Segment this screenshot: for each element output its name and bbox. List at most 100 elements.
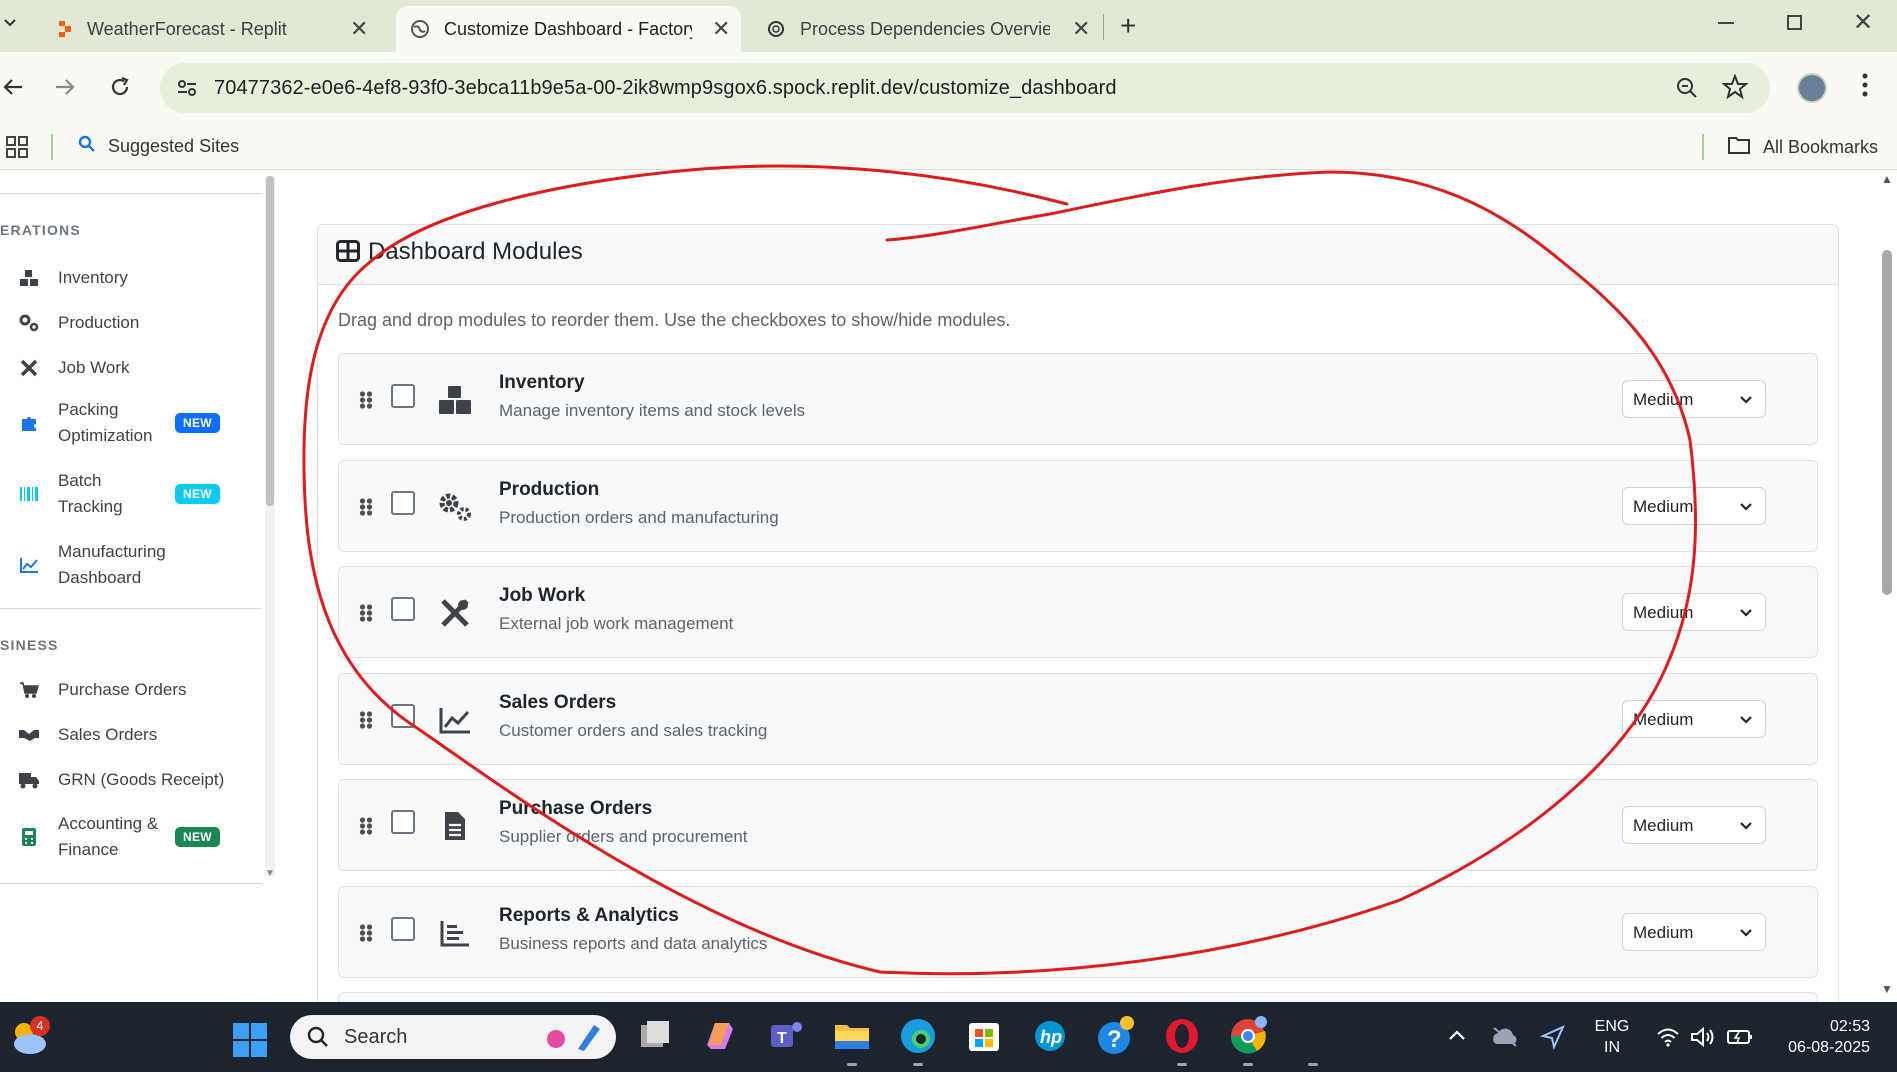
openai-favicon-icon bbox=[766, 19, 786, 44]
site-info-icon[interactable] bbox=[176, 77, 198, 104]
sidebar-item-job-work[interactable]: Job Work bbox=[18, 352, 248, 384]
browser-tab-strip: WeatherForecast - Replit ✕ Customize Das… bbox=[0, 0, 1897, 52]
address-toolbar: 70477362-e0e6-4ef8-93f0-3ebca11b9e5a-00-… bbox=[0, 52, 1897, 124]
start-button-icon[interactable] bbox=[232, 1022, 268, 1063]
clock[interactable]: 02:53 06-08-2025 bbox=[1774, 1016, 1870, 1058]
visibility-checkbox[interactable] bbox=[391, 597, 415, 621]
module-row-job-work[interactable]: Job Work External job work management Me… bbox=[338, 566, 1818, 658]
scroll-down-arrow-icon[interactable]: ▼ bbox=[265, 868, 275, 879]
all-bookmarks-link[interactable]: All Bookmarks bbox=[1727, 135, 1878, 160]
page-scrollbar[interactable]: ▲ ▼ bbox=[1877, 170, 1897, 1002]
sidebar-item-inventory[interactable]: Inventory bbox=[18, 262, 248, 294]
visibility-checkbox[interactable] bbox=[391, 491, 415, 515]
wifi-icon[interactable] bbox=[1656, 1027, 1680, 1052]
scroll-up-arrow-icon[interactable]: ▲ bbox=[1881, 172, 1893, 186]
scroll-down-arrow-icon[interactable]: ▼ bbox=[1881, 982, 1893, 996]
tab-weatherforecast[interactable]: WeatherForecast - Replit ✕ bbox=[40, 6, 385, 52]
sidebar-item-purchase-orders[interactable]: Purchase Orders bbox=[18, 674, 248, 706]
module-row-reports-analytics[interactable]: Reports & Analytics Business reports and… bbox=[338, 886, 1818, 978]
cogs-icon bbox=[437, 489, 473, 525]
card-description: Drag and drop modules to reorder them. U… bbox=[338, 310, 1011, 330]
chevron-up-icon[interactable] bbox=[1447, 1028, 1467, 1047]
module-row-sales-orders[interactable]: Sales Orders Customer orders and sales t… bbox=[338, 673, 1818, 765]
close-window-icon[interactable]: ✕ bbox=[1853, 8, 1873, 37]
module-row-production[interactable]: Production Production orders and manufac… bbox=[338, 460, 1818, 552]
module-size-select[interactable]: Medium bbox=[1622, 593, 1766, 631]
sidebar-item-manufacturing-dashboard[interactable]: Manufacturing Dashboard bbox=[18, 538, 248, 592]
close-tab-icon[interactable]: ✕ bbox=[712, 16, 730, 42]
minimize-icon[interactable] bbox=[1718, 22, 1734, 24]
sidebar-scrollbar[interactable]: ▼ bbox=[265, 176, 275, 879]
language-indicator[interactable]: ENG IN bbox=[1592, 1016, 1632, 1058]
edge-icon[interactable] bbox=[897, 1015, 939, 1057]
restore-icon[interactable] bbox=[1787, 15, 1802, 30]
microsoft-store-icon[interactable] bbox=[963, 1015, 1005, 1057]
sidebar-item-packing-optimization[interactable]: Packing Optimization NEW bbox=[18, 396, 248, 450]
onedrive-icon[interactable] bbox=[1490, 1026, 1520, 1053]
apps-grid-icon[interactable] bbox=[6, 136, 28, 163]
sidebar-item-batch-tracking[interactable]: Batch Tracking NEW bbox=[18, 467, 248, 521]
teams-icon[interactable]: T bbox=[765, 1015, 807, 1057]
tab-search-chevron-icon[interactable] bbox=[2, 14, 18, 35]
tab-process-dependencies[interactable]: Process Dependencies Overview ✕ bbox=[752, 6, 1097, 52]
new-tab-icon[interactable]: + bbox=[1120, 10, 1136, 42]
page-scrollbar-thumb[interactable] bbox=[1882, 250, 1892, 595]
suggested-sites-label: Suggested Sites bbox=[108, 136, 240, 156]
close-tab-icon[interactable]: ✕ bbox=[1072, 16, 1090, 42]
opera-icon[interactable] bbox=[1161, 1015, 1203, 1057]
module-size-select[interactable]: Medium bbox=[1622, 913, 1766, 951]
sidebar-item-accounting-finance[interactable]: Accounting & Finance NEW bbox=[18, 810, 248, 864]
module-size-select[interactable]: Medium bbox=[1622, 380, 1766, 418]
sidebar-divider bbox=[0, 193, 262, 194]
volume-icon[interactable] bbox=[1690, 1026, 1716, 1053]
file-explorer-icon[interactable] bbox=[831, 1015, 873, 1057]
chevron-down-icon bbox=[1739, 712, 1753, 732]
zoom-icon[interactable] bbox=[1675, 76, 1699, 105]
tab-customize-dashboard[interactable]: Customize Dashboard - Factory ✕ bbox=[396, 6, 741, 52]
location-icon[interactable] bbox=[1539, 1024, 1566, 1055]
hp-icon[interactable]: hp bbox=[1029, 1015, 1071, 1057]
bookmark-star-icon[interactable] bbox=[1721, 73, 1749, 105]
forward-icon[interactable] bbox=[54, 76, 76, 103]
module-size-select[interactable]: Medium bbox=[1622, 700, 1766, 738]
new-badge: NEW bbox=[175, 827, 220, 847]
battery-icon[interactable] bbox=[1726, 1027, 1754, 1052]
dashboard-modules-card: Dashboard Modules Drag and drop modules … bbox=[317, 224, 1839, 1002]
help-icon[interactable]: ? bbox=[1095, 1015, 1137, 1057]
profile-avatar[interactable] bbox=[1797, 73, 1827, 103]
menu-kebab-icon[interactable] bbox=[1862, 72, 1868, 103]
module-size-select[interactable]: Medium bbox=[1622, 487, 1766, 525]
drag-handle-icon[interactable] bbox=[359, 497, 373, 517]
sidebar-item-label: GRN (Goods Receipt) bbox=[58, 770, 225, 789]
sidebar-item-sales-orders[interactable]: Sales Orders bbox=[18, 719, 248, 751]
file-icon bbox=[437, 808, 473, 844]
module-size-select[interactable]: Medium bbox=[1622, 806, 1766, 844]
sidebar-item-grn[interactable]: GRN (Goods Receipt) bbox=[18, 764, 248, 796]
visibility-checkbox[interactable] bbox=[391, 917, 415, 941]
drag-handle-icon[interactable] bbox=[359, 710, 373, 730]
close-tab-icon[interactable]: ✕ bbox=[350, 16, 368, 42]
drag-handle-icon[interactable] bbox=[359, 603, 373, 623]
drag-handle-icon[interactable] bbox=[359, 923, 373, 943]
visibility-checkbox[interactable] bbox=[391, 704, 415, 728]
module-row-partial[interactable] bbox=[338, 992, 1818, 1002]
copilot-icon[interactable] bbox=[699, 1015, 741, 1057]
suggested-sites-link[interactable]: Suggested Sites bbox=[78, 135, 239, 158]
sidebar-item-production[interactable]: Production bbox=[18, 307, 248, 339]
sidebar-scrollbar-thumb[interactable] bbox=[266, 176, 274, 506]
visibility-checkbox[interactable] bbox=[391, 384, 415, 408]
sidebar-item-label: Packing Optimization bbox=[58, 400, 153, 445]
url-bar[interactable]: 70477362-e0e6-4ef8-93f0-3ebca11b9e5a-00-… bbox=[160, 63, 1770, 113]
module-size-value: Medium bbox=[1633, 710, 1694, 729]
task-view-icon[interactable] bbox=[633, 1015, 675, 1057]
taskbar-search-box[interactable]: Search bbox=[290, 1015, 616, 1059]
drag-handle-icon[interactable] bbox=[359, 816, 373, 836]
module-row-purchase-orders[interactable]: Purchase Orders Supplier orders and proc… bbox=[338, 779, 1818, 871]
drag-handle-icon[interactable] bbox=[359, 390, 373, 410]
module-description: Business reports and data analytics bbox=[499, 934, 768, 953]
reload-icon[interactable] bbox=[108, 75, 132, 104]
chrome-icon[interactable] bbox=[1227, 1015, 1269, 1057]
back-icon[interactable] bbox=[2, 76, 24, 103]
module-row-inventory[interactable]: Inventory Manage inventory items and sto… bbox=[338, 353, 1818, 445]
visibility-checkbox[interactable] bbox=[391, 810, 415, 834]
